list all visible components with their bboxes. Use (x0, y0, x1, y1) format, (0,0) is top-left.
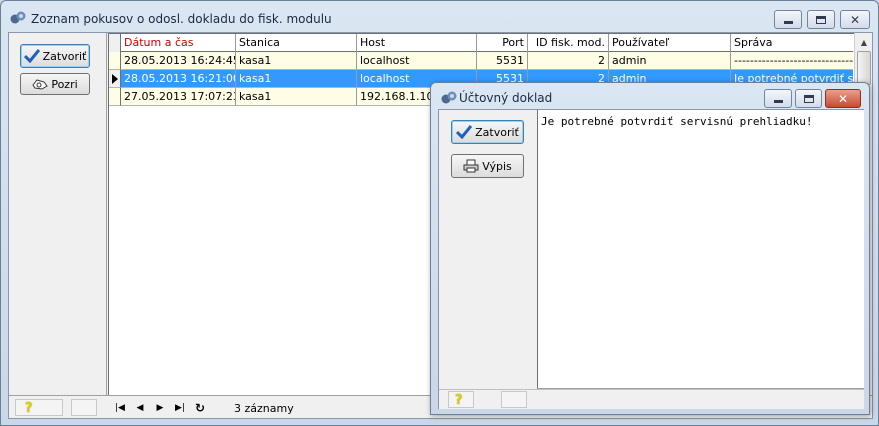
glasses-icon (32, 79, 49, 90)
dialog-titlebar[interactable]: Účtovný doklad ✕ (431, 83, 869, 109)
header-indicator (109, 34, 121, 52)
print-button[interactable]: Výpis (451, 154, 524, 178)
app-icon (10, 11, 26, 24)
status-panel (71, 399, 97, 416)
dialog-close-window-button[interactable]: ✕ (825, 89, 861, 108)
print-button-label: Výpis (482, 159, 512, 173)
column-header-user[interactable]: Používateľ (609, 34, 731, 52)
refresh-icon: ↻ (194, 401, 206, 415)
close-button-label: Zatvoriť (42, 49, 87, 63)
previous-record-icon: ◀ (136, 403, 144, 413)
row-indicator (109, 70, 121, 88)
first-record-button[interactable]: |◀ (113, 401, 127, 415)
current-row-arrow-icon (112, 74, 118, 84)
column-header-datetime[interactable]: Dátum a čas (121, 34, 236, 52)
last-record-button[interactable]: ▶| (173, 401, 187, 415)
close-icon: ✕ (849, 12, 861, 27)
dialog-maximize-button[interactable] (795, 89, 822, 108)
column-header-station[interactable]: Stanica (236, 34, 357, 52)
cell-fisk-id: 2 (528, 52, 609, 70)
refresh-button[interactable]: ↻ (193, 401, 207, 415)
close-icon: ✕ (837, 91, 849, 106)
next-record-button[interactable]: ▶ (153, 401, 167, 415)
row-indicator (109, 52, 121, 70)
minimize-icon (773, 100, 783, 103)
minimize-button[interactable] (774, 10, 802, 29)
close-window-button[interactable]: ✕ (840, 10, 870, 29)
cell-datetime: 27.05.2013 17:07:23 (121, 88, 236, 106)
row-indicator (109, 88, 121, 106)
left-button-panel: Zatvoriť Pozri (9, 33, 107, 395)
chevron-up-icon: ▲ (860, 37, 868, 47)
cell-port: 5531 (477, 52, 528, 70)
cell-host: localhost (357, 52, 477, 70)
maximize-icon (803, 94, 814, 103)
cell-datetime: 28.05.2013 16:21:00 (121, 70, 236, 88)
cell-user: admin (609, 52, 731, 70)
document-dialog: Účtovný doklad ✕ Zatvoriť Výpis Je potre… (430, 82, 870, 415)
help-icon: ? (455, 393, 463, 408)
column-header-host[interactable]: Host (357, 34, 477, 52)
cell-station: kasa1 (236, 88, 357, 106)
view-button[interactable]: Pozri (20, 73, 90, 95)
column-header-fisk-id[interactable]: ID fisk. mod. (528, 34, 609, 52)
dialog-help-button[interactable]: ? (448, 391, 474, 408)
dialog-close-button[interactable]: Zatvoriť (451, 120, 524, 144)
record-count: 3 záznamy (234, 402, 294, 415)
column-header-message[interactable]: Správa (731, 34, 853, 52)
next-record-icon: ▶ (156, 403, 164, 413)
main-titlebar[interactable]: Zoznam pokusov o odosl. dokladu do fisk.… (1, 1, 878, 33)
close-button[interactable]: Zatvoriť (20, 44, 90, 68)
dialog-status-panel (501, 391, 527, 408)
checkmark-icon (456, 125, 473, 139)
dialog-title: Účtovný doklad (459, 91, 553, 105)
grid-header: Dátum a čas Stanica Host Port ID fisk. m… (109, 34, 853, 52)
dialog-client-area: Zatvoriť Výpis Je potrebné potvrdiť serv… (438, 109, 864, 409)
dialog-app-icon (441, 91, 457, 104)
minimize-icon (783, 21, 793, 24)
previous-record-button[interactable]: ◀ (133, 401, 147, 415)
dialog-close-button-label: Zatvoriť (475, 125, 519, 139)
help-icon: ? (25, 401, 33, 416)
main-window-title: Zoznam pokusov o odosl. dokladu do fisk.… (31, 12, 332, 26)
last-record-icon: ▶| (175, 403, 185, 413)
cell-station: kasa1 (236, 52, 357, 70)
help-button[interactable]: ? (15, 399, 63, 416)
scroll-up-button[interactable]: ▲ (856, 34, 872, 50)
column-header-port[interactable]: Port (477, 34, 528, 52)
scroll-thumb[interactable] (857, 51, 871, 85)
dialog-minimize-button[interactable] (764, 89, 792, 108)
cell-message: ----------------------------------------… (731, 52, 853, 70)
table-row[interactable]: 28.05.2013 16:24:45 kasa1 localhost 5531… (109, 52, 853, 70)
view-button-label: Pozri (51, 77, 78, 91)
maximize-icon (816, 15, 826, 24)
maximize-button[interactable] (807, 10, 835, 29)
dialog-status-bar: ? (439, 389, 864, 409)
cell-station: kasa1 (236, 70, 357, 88)
checkmark-icon (23, 49, 40, 63)
dialog-message-memo[interactable]: Je potrebné potvrdiť servisnú prehliadku… (537, 110, 864, 389)
first-record-icon: |◀ (115, 403, 125, 413)
printer-icon (463, 159, 479, 173)
dialog-message-text: Je potrebné potvrdiť servisnú prehliadku… (541, 115, 813, 128)
cell-datetime: 28.05.2013 16:24:45 (121, 52, 236, 70)
